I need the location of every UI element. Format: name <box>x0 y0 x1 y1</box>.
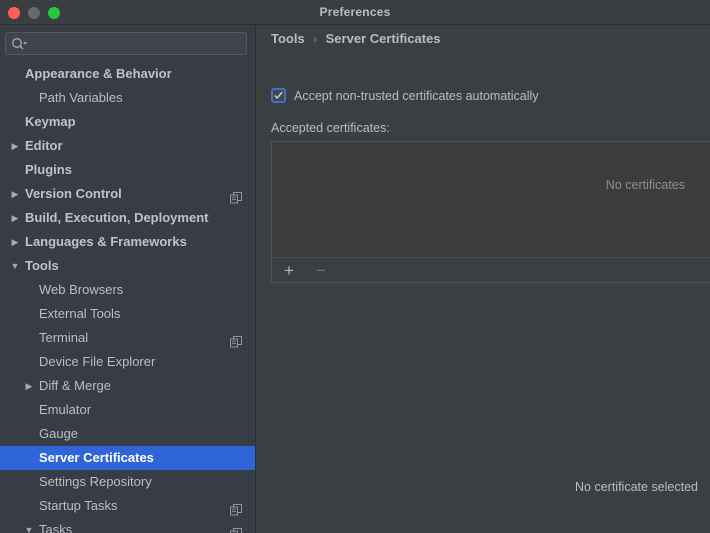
no-certificate-selected-text: No certificate selected <box>575 480 698 494</box>
sidebar-item-label: Server Certificates <box>39 450 154 465</box>
settings-sync-icon <box>230 332 242 348</box>
certificates-list[interactable]: No certificates <box>272 142 710 258</box>
sidebar-item-label: Emulator <box>39 402 92 417</box>
breadcrumb-separator-icon: › <box>313 34 317 46</box>
sidebar-item-languages-frameworks[interactable]: ▶ Languages & Frameworks <box>0 230 255 254</box>
accept-non-trusted-certificates-label: Accept non-trusted certificates automati… <box>294 88 539 103</box>
sidebar-item-emulator[interactable]: Emulator <box>0 398 255 422</box>
sidebar-item-terminal[interactable]: Terminal <box>0 326 255 350</box>
sidebar-item-label: Startup Tasks <box>39 498 118 513</box>
sidebar-item-label: External Tools <box>39 306 121 321</box>
sidebar-item-diff-merge[interactable]: ▶ Diff & Merge <box>0 374 255 398</box>
chevron-down-icon[interactable]: ▼ <box>9 254 21 278</box>
sidebar-item-gauge[interactable]: Gauge <box>0 422 255 446</box>
sidebar-item-label: Keymap <box>25 114 76 129</box>
no-certificates-text: No certificates <box>605 178 685 192</box>
preferences-window: Preferences Appearance & Behavior Path Va… <box>0 0 710 533</box>
chevron-right-icon[interactable]: ▶ <box>9 206 21 230</box>
certificates-toolbar: + − <box>272 258 710 282</box>
sidebar-item-external-tools[interactable]: External Tools <box>0 302 255 326</box>
sidebar-item-editor[interactable]: ▶ Editor <box>0 134 255 158</box>
sidebar-item-label: Path Variables <box>39 90 123 105</box>
sidebar-item-tasks[interactable]: ▼ Tasks <box>0 518 255 533</box>
sidebar-item-web-browsers[interactable]: Web Browsers <box>0 278 255 302</box>
sidebar-item-label: Build, Execution, Deployment <box>25 210 209 225</box>
breadcrumb-current: Server Certificates <box>325 31 441 46</box>
check-icon <box>274 91 283 100</box>
sidebar-item-settings-repository[interactable]: Settings Repository <box>0 470 255 494</box>
accepted-certificates-caption: Accepted certificates: <box>271 121 390 135</box>
sidebar-item-label: Gauge <box>39 426 79 441</box>
settings-sync-icon <box>230 188 242 204</box>
sidebar-item-label: Device File Explorer <box>39 354 156 369</box>
settings-tree: Appearance & Behavior Path Variables Keyma… <box>0 62 255 533</box>
search-icon <box>11 37 27 52</box>
sidebar-item-label: Plugins <box>25 162 72 177</box>
sidebar-item-label: Tasks <box>39 522 73 533</box>
sidebar-item-label: Terminal <box>39 330 89 345</box>
chevron-right-icon[interactable]: ▶ <box>9 134 21 158</box>
chevron-right-icon[interactable]: ▶ <box>9 182 21 206</box>
sidebar-item-label: Appearance & Behavior <box>25 66 172 81</box>
certificates-panel: No certificates + − <box>271 141 710 283</box>
breadcrumb-parent[interactable]: Tools <box>271 31 305 46</box>
accept-non-trusted-certificates-checkbox[interactable] <box>271 88 286 103</box>
sidebar-item-label: Diff & Merge <box>39 378 112 393</box>
remove-certificate-button: − <box>316 260 326 280</box>
sidebar-item-startup-tasks[interactable]: Startup Tasks <box>0 494 255 518</box>
search-input[interactable] <box>30 33 240 54</box>
sidebar-item-label: Web Browsers <box>39 282 124 297</box>
add-certificate-button[interactable]: + <box>279 260 299 280</box>
chevron-down-icon[interactable]: ▼ <box>23 518 35 533</box>
settings-content-panel: Tools › Server Certificates Accept non-t… <box>257 25 710 533</box>
breadcrumb: Tools › Server Certificates <box>271 31 441 46</box>
settings-sync-icon <box>230 524 242 533</box>
sidebar-item-server-certificates[interactable]: Server Certificates <box>0 446 255 470</box>
sidebar-item-path-variables[interactable]: Path Variables <box>0 86 255 110</box>
sidebar-item-version-control[interactable]: ▶ Version Control <box>0 182 255 206</box>
title-bar: Preferences <box>0 0 710 25</box>
sidebar-item-tools[interactable]: ▼ Tools <box>0 254 255 278</box>
accept-non-trusted-certificates-checkbox-row[interactable]: Accept non-trusted certificates automati… <box>271 88 539 103</box>
sidebar-item-build-execution-deployment[interactable]: ▶ Build, Execution, Deployment <box>0 206 255 230</box>
chevron-right-icon[interactable]: ▶ <box>9 230 21 254</box>
settings-sync-icon <box>230 500 242 516</box>
sidebar-item-device-file-explorer[interactable]: Device File Explorer <box>0 350 255 374</box>
chevron-right-icon[interactable]: ▶ <box>23 374 35 398</box>
sidebar-item-keymap[interactable]: Keymap <box>0 110 255 134</box>
sidebar-item-label: Settings Repository <box>39 474 152 489</box>
sidebar-item-plugins[interactable]: Plugins <box>0 158 255 182</box>
window-title: Preferences <box>319 5 391 19</box>
settings-sidebar: Appearance & Behavior Path Variables Keyma… <box>0 25 256 533</box>
sidebar-item-label: Languages & Frameworks <box>25 234 187 249</box>
sidebar-item-appearance-behavior[interactable]: Appearance & Behavior <box>0 62 255 86</box>
search-field[interactable] <box>5 32 247 55</box>
